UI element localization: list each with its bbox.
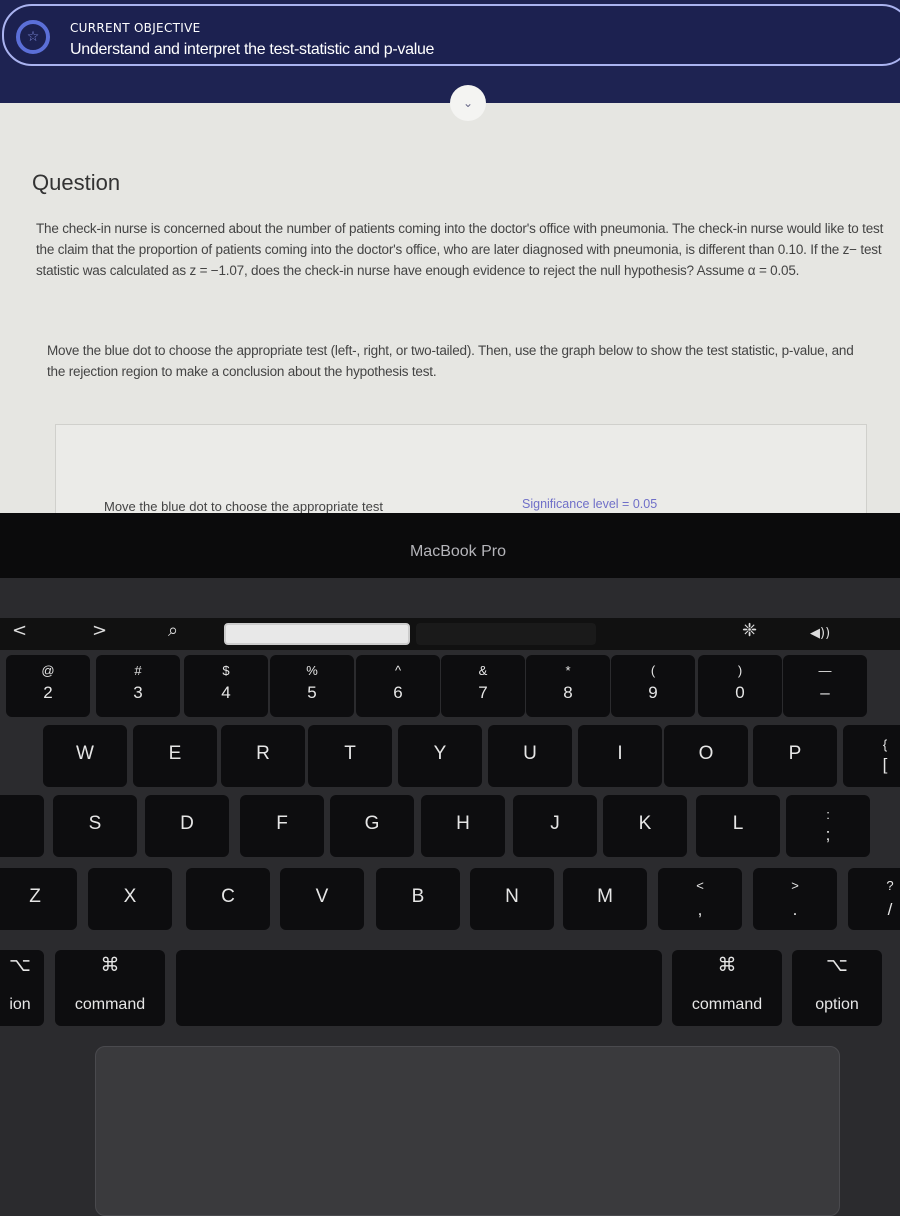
trackpad[interactable] bbox=[95, 1046, 840, 1216]
search-icon[interactable]: ⌕ bbox=[168, 620, 178, 641]
key-s[interactable]: S bbox=[53, 795, 137, 857]
key-d[interactable]: D bbox=[145, 795, 229, 857]
key-4[interactable]: $4 bbox=[184, 655, 268, 717]
key-h[interactable]: H bbox=[421, 795, 505, 857]
key-l[interactable]: L bbox=[696, 795, 780, 857]
key-x[interactable]: X bbox=[88, 868, 172, 930]
key-e[interactable]: E bbox=[133, 725, 217, 787]
tab-preview[interactable] bbox=[416, 623, 596, 645]
key-6[interactable]: ^ 6 bbox=[356, 655, 440, 717]
key-n[interactable]: N bbox=[470, 868, 554, 930]
key-y[interactable]: Y bbox=[398, 725, 482, 787]
key-slash[interactable]: ? / bbox=[848, 868, 900, 930]
key-k[interactable]: K bbox=[603, 795, 687, 857]
key-b[interactable]: B bbox=[376, 868, 460, 930]
key-command-left[interactable]: ⌘ command bbox=[55, 950, 165, 1026]
key-r[interactable]: R bbox=[221, 725, 305, 787]
objective-label: CURRENT OBJECTIVE bbox=[70, 21, 201, 35]
objective-title: Understand and interpret the test-statis… bbox=[70, 41, 435, 58]
question-text: The check-in nurse is concerned about th… bbox=[36, 221, 884, 278]
key-u[interactable]: U bbox=[488, 725, 572, 787]
key-t[interactable]: T bbox=[308, 725, 392, 787]
key-8[interactable]: * 8 bbox=[526, 655, 610, 717]
key-j[interactable]: J bbox=[513, 795, 597, 857]
key-p[interactable]: P bbox=[753, 725, 837, 787]
key-0[interactable]: ) 0 bbox=[698, 655, 782, 717]
key-a[interactable]: A bbox=[0, 795, 74, 857]
key-v[interactable]: V bbox=[280, 868, 364, 930]
key-5[interactable]: % 5 bbox=[270, 655, 354, 717]
instructions-text: Move the blue dot to choose the appropri… bbox=[47, 343, 854, 379]
key-7[interactable]: & 7 bbox=[441, 655, 525, 717]
key-c[interactable]: C bbox=[186, 868, 270, 930]
key-option-left[interactable]: ⌥ ion bbox=[0, 950, 44, 1026]
graph-test-label: Move the blue dot to choose the appropri… bbox=[104, 499, 383, 514]
address-slider[interactable] bbox=[224, 623, 410, 645]
key-i[interactable]: I bbox=[578, 725, 662, 787]
key-comma[interactable]: <, bbox=[658, 868, 742, 930]
brightness-icon[interactable]: ❈ bbox=[742, 620, 757, 641]
key-semicolon[interactable]: :; bbox=[786, 795, 870, 857]
current-objective-panel: ☆ CURRENT OBJECTIVE Understand and inter… bbox=[2, 4, 900, 66]
chevron-down-icon[interactable]: ⌄ bbox=[450, 85, 486, 121]
key-g[interactable]: G bbox=[330, 795, 414, 857]
back-icon[interactable]: < bbox=[12, 620, 27, 641]
key-minus[interactable]: — – bbox=[783, 655, 867, 717]
volume-icon[interactable]: ◀)) bbox=[810, 626, 830, 641]
browser-screen: ☆ CURRENT OBJECTIVE Understand and inter… bbox=[0, 0, 900, 515]
objective-bar: ☆ CURRENT OBJECTIVE Understand and inter… bbox=[0, 0, 900, 103]
key-o[interactable]: O bbox=[664, 725, 748, 787]
key-2[interactable]: @2 bbox=[6, 655, 90, 717]
key-period[interactable]: >. bbox=[753, 868, 837, 930]
key-option-right[interactable]: ⌥ option bbox=[792, 950, 882, 1026]
key-m[interactable]: M bbox=[563, 868, 647, 930]
forward-icon[interactable]: > bbox=[92, 620, 107, 641]
key-z[interactable]: Z bbox=[0, 868, 77, 930]
key-space[interactable] bbox=[176, 950, 662, 1026]
key-w[interactable]: W bbox=[43, 725, 127, 787]
star-icon: ☆ bbox=[16, 20, 50, 54]
question-heading: Question bbox=[32, 170, 121, 195]
key-9[interactable]: (9 bbox=[611, 655, 695, 717]
significance-level-label: Significance level = 0.05 bbox=[522, 497, 658, 511]
key-command-right[interactable]: ⌘ command bbox=[672, 950, 782, 1026]
key-3[interactable]: #3 bbox=[96, 655, 180, 717]
key-bracket[interactable]: {[ bbox=[843, 725, 900, 787]
key-f[interactable]: F bbox=[240, 795, 324, 857]
brand-label: MacBook Pro bbox=[409, 543, 507, 560]
